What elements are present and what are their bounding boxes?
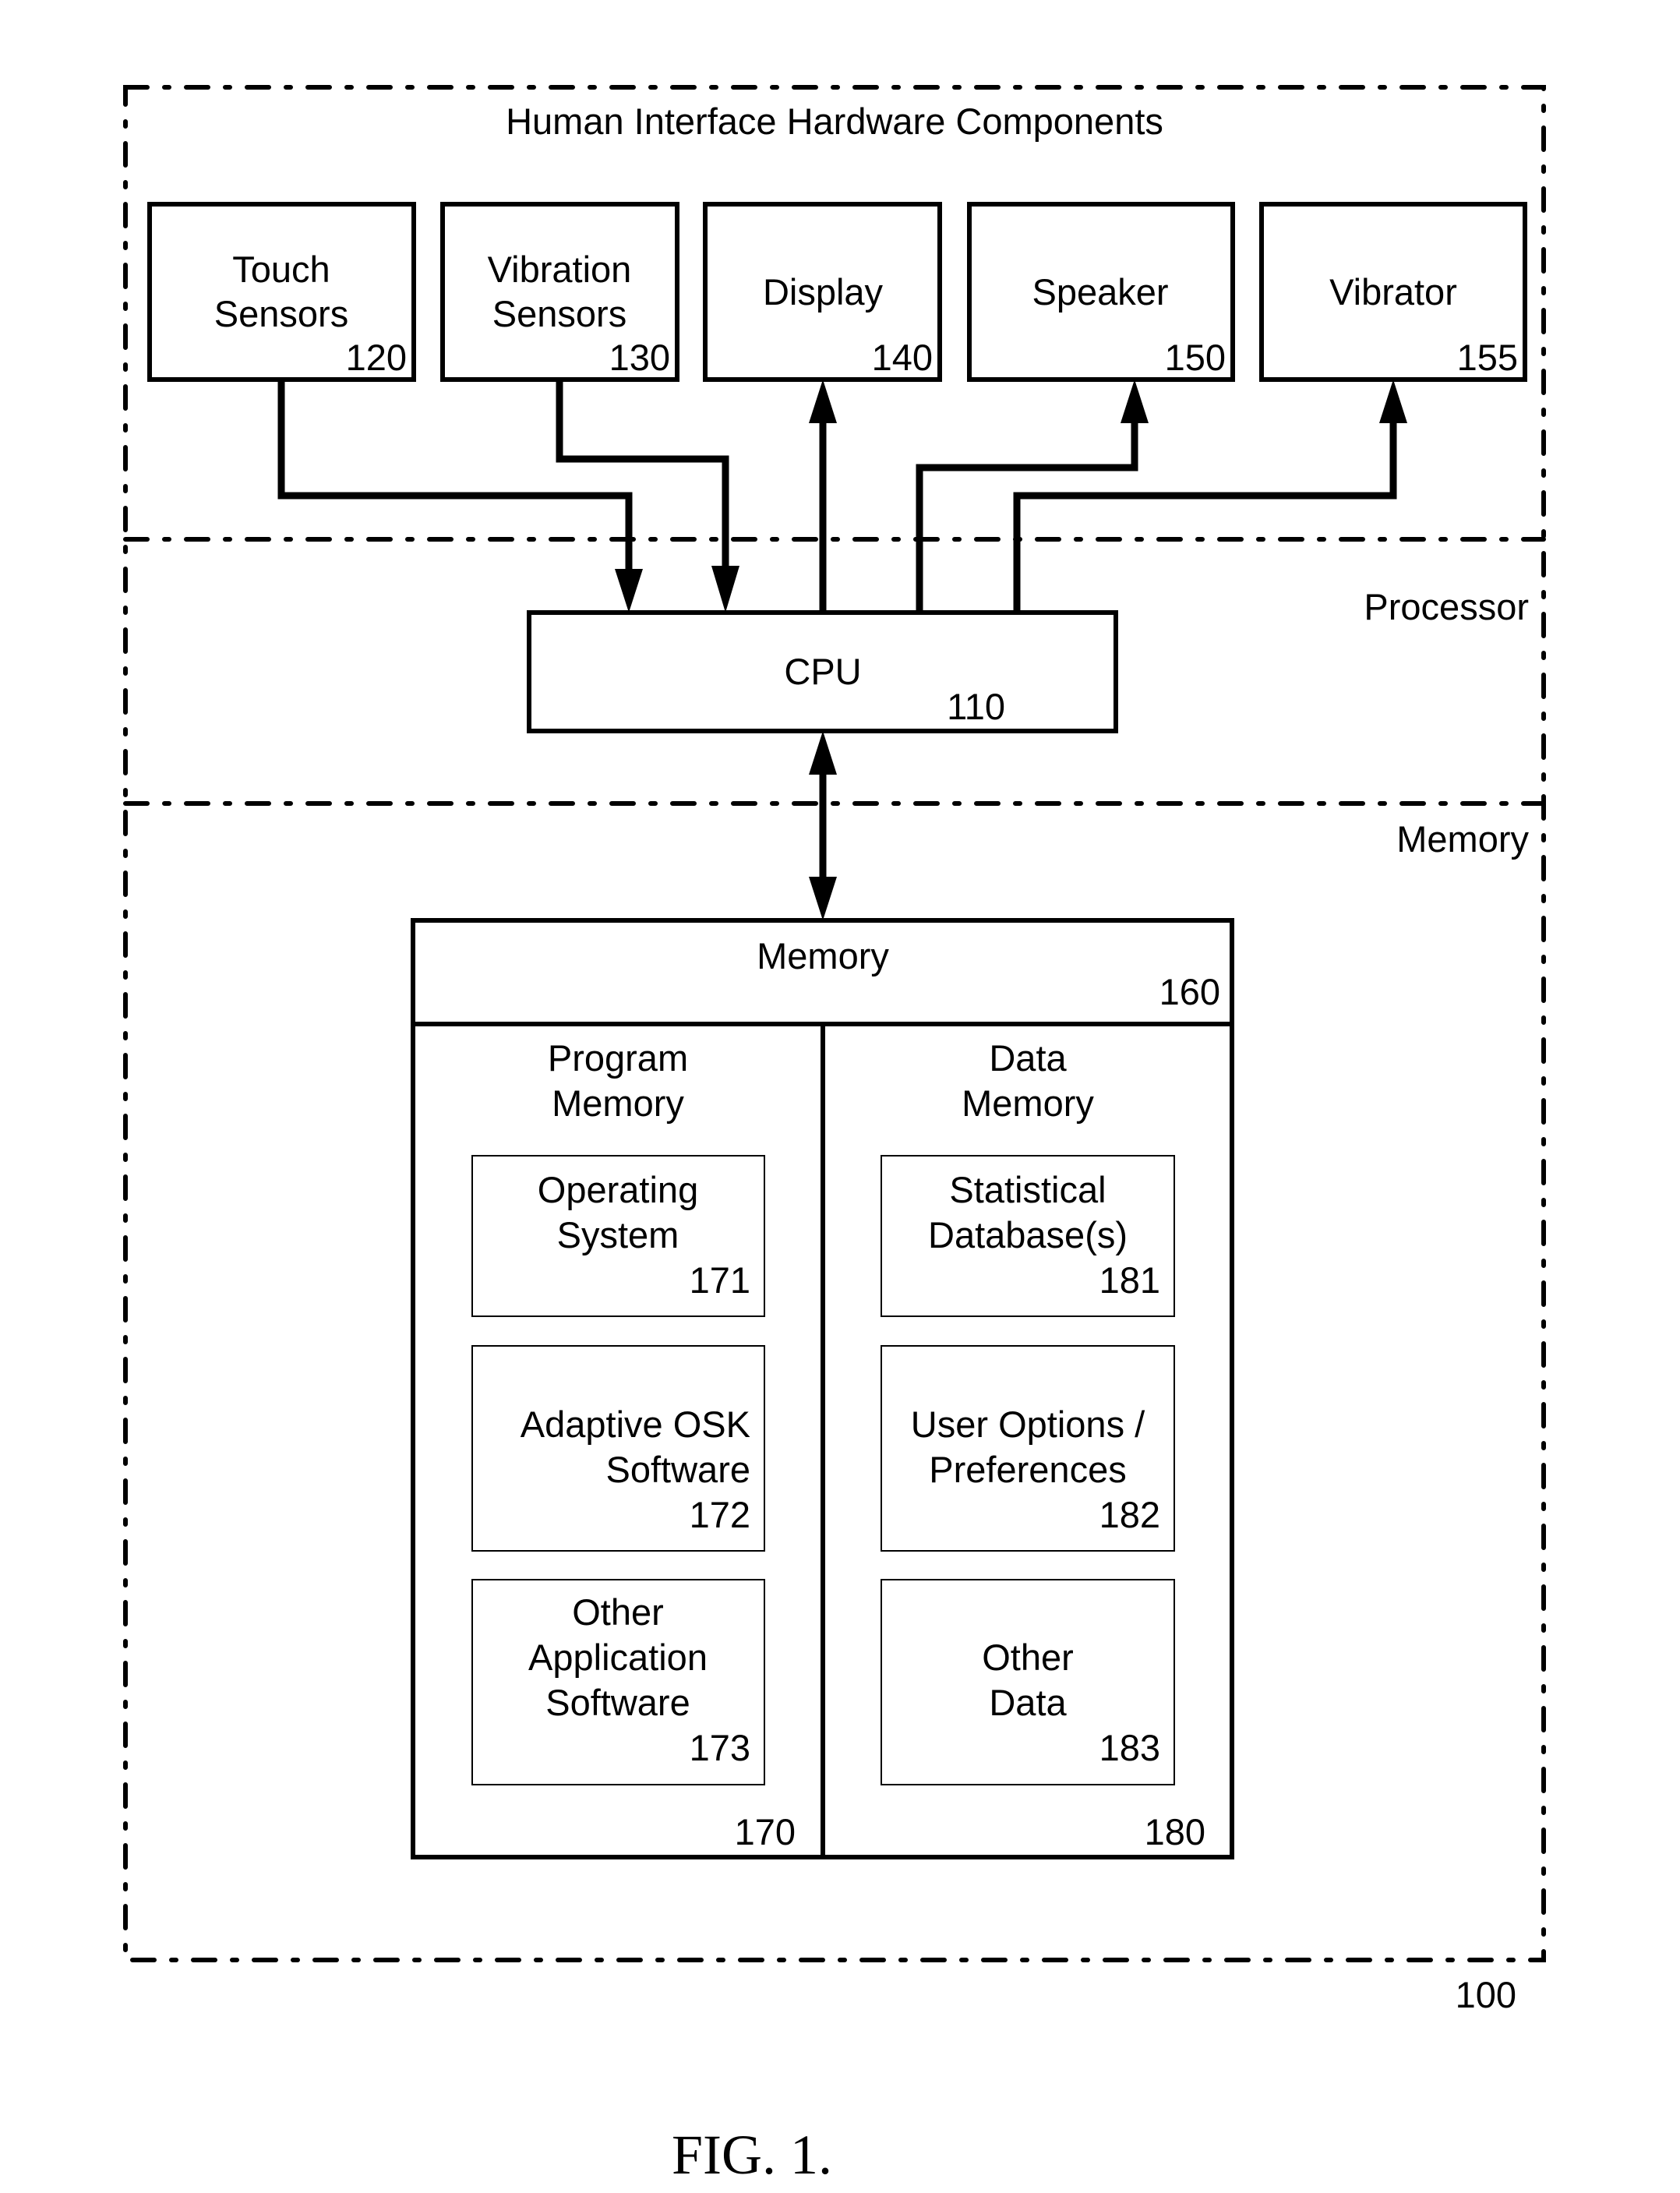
- component-label-line: Sensors: [214, 293, 348, 334]
- arrowhead-down-icon: [809, 877, 837, 920]
- hardware-touch-sensors: Touch Sensors 120: [147, 202, 416, 382]
- component-ref: 150: [1165, 337, 1226, 378]
- item-label-line: Preferences: [929, 1449, 1126, 1490]
- component-ref: 120: [346, 337, 407, 378]
- cpu-to-vibrator-line: [1013, 417, 1397, 613]
- item-label-line: Adaptive OSK: [521, 1404, 750, 1445]
- arrowhead-up-icon: [1379, 380, 1407, 423]
- figure-caption: FIG. 1.: [672, 2124, 832, 2186]
- item-label-line: Software: [545, 1682, 690, 1723]
- program-memory-label-line: Program: [548, 1037, 688, 1079]
- memory-block: Memory 160 Program Memory 170 Operating …: [411, 918, 1234, 1859]
- memory-region-label: Memory: [1396, 818, 1529, 860]
- cpu-block: CPU 110: [527, 610, 1118, 733]
- item-label-line: Data: [989, 1682, 1067, 1723]
- program-memory: Program Memory 170 Operating System 171 …: [471, 1037, 796, 1852]
- cpu-to-speaker-line: [916, 417, 1138, 613]
- cpu-ref: 110: [947, 686, 1005, 727]
- arrowhead-down-icon: [711, 566, 739, 613]
- memory-ref: 160: [1159, 971, 1220, 1012]
- system-ref-number: 100: [1456, 1974, 1516, 2015]
- item-label-line: User Options /: [911, 1404, 1145, 1445]
- data-memory: Data Memory 180 Statistical Database(s) …: [881, 1037, 1205, 1852]
- cpu-label: CPU: [784, 651, 861, 692]
- hardware-display: Display 140: [703, 202, 942, 382]
- component-ref: 155: [1457, 337, 1518, 378]
- block-diagram: Human Interface Hardware Components Proc…: [123, 85, 1546, 2186]
- component-label-line: Speaker: [1032, 271, 1168, 313]
- item-label-line: Software: [606, 1449, 750, 1490]
- item-label-line: Database(s): [928, 1214, 1128, 1255]
- program-memory-label-line: Memory: [552, 1082, 684, 1124]
- data-memory-label-line: Memory: [962, 1082, 1094, 1124]
- item-ref: 181: [1099, 1259, 1160, 1301]
- other-application-software-item: Other Application Software 173: [471, 1579, 765, 1785]
- hardware-vibration-sensors: Vibration Sensors 130: [440, 202, 679, 382]
- item-ref: 172: [690, 1494, 750, 1535]
- arrowhead-up-icon: [1121, 380, 1149, 423]
- data-memory-ref: 180: [1145, 1811, 1205, 1852]
- component-ref: 140: [872, 337, 933, 378]
- hardware-vibrator: Vibrator 155: [1259, 202, 1527, 382]
- arrowhead-down-icon: [615, 569, 643, 613]
- item-label-line: Other: [982, 1637, 1074, 1678]
- item-ref: 182: [1099, 1494, 1160, 1535]
- component-label-line: Display: [763, 271, 884, 313]
- item-label-line: Operating: [538, 1169, 698, 1210]
- item-label-line: Other: [572, 1591, 664, 1633]
- item-label-line: Statistical: [949, 1169, 1106, 1210]
- item-ref: 171: [690, 1259, 750, 1301]
- vibration-sensors-to-cpu-line: [556, 380, 729, 573]
- statistical-databases-item: Statistical Database(s) 181: [881, 1155, 1175, 1317]
- data-memory-label-line: Data: [989, 1037, 1067, 1079]
- item-ref: 173: [690, 1727, 750, 1768]
- hardware-speaker: Speaker 150: [967, 202, 1235, 382]
- other-data-item: Other Data 183: [881, 1579, 1175, 1785]
- item-ref: 183: [1099, 1727, 1160, 1768]
- adaptive-osk-software-item: Adaptive OSK Software 172: [471, 1345, 765, 1552]
- arrowhead-up-icon: [809, 731, 837, 775]
- processor-region-label: Processor: [1364, 586, 1529, 627]
- component-label-line: Touch: [232, 249, 330, 290]
- memory-label: Memory: [757, 935, 889, 976]
- component-label-line: Vibration: [488, 249, 632, 290]
- user-options-preferences-item: User Options / Preferences 182: [881, 1345, 1175, 1552]
- touch-to-cpu-line: [277, 380, 633, 573]
- component-ref: 130: [609, 337, 670, 378]
- item-label-line: Application: [528, 1637, 708, 1678]
- hardware-region-label: Human Interface Hardware Components: [506, 101, 1163, 142]
- component-label-line: Vibrator: [1329, 271, 1457, 313]
- item-label-line: System: [557, 1214, 679, 1255]
- arrowhead-up-icon: [809, 380, 837, 423]
- operating-system-item: Operating System 171: [471, 1155, 765, 1317]
- program-memory-ref: 170: [735, 1811, 796, 1852]
- component-label-line: Sensors: [492, 293, 626, 334]
